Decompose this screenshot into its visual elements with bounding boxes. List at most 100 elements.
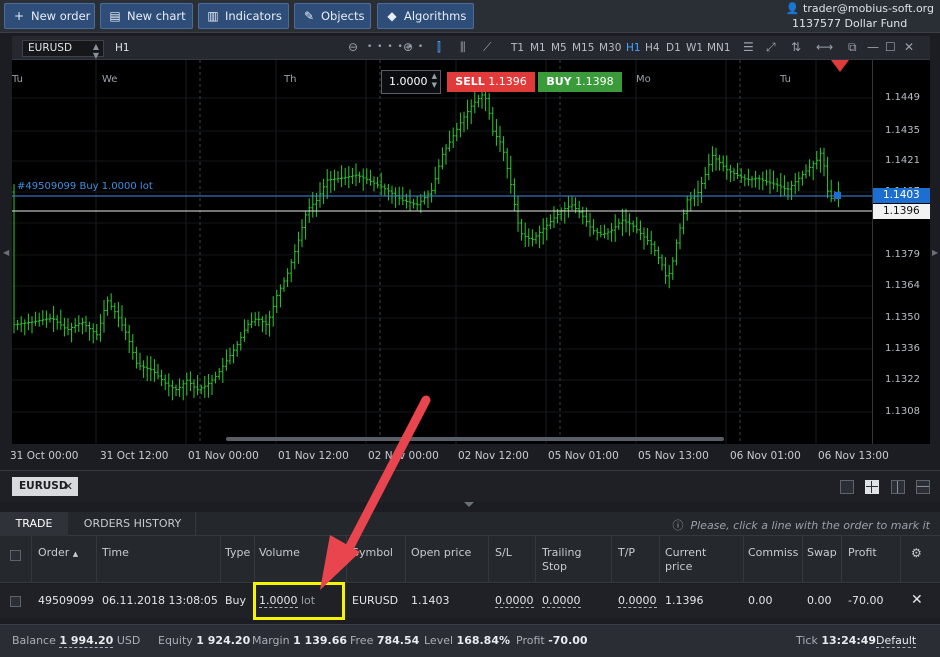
cell-swap: 0.00 [807, 594, 832, 607]
symbol-select[interactable]: EURUSD ▲ ▼ [22, 40, 104, 60]
col-trailing-stop[interactable]: Trailing Stop [542, 546, 582, 574]
zoom-out-icon[interactable]: ⊖ [348, 40, 358, 54]
col-volume[interactable]: Volume [259, 546, 300, 560]
timeframe-label: H1 [115, 42, 130, 54]
current-price-label: 1.1396 [873, 204, 930, 219]
zoom-slider[interactable]: • • • • • • [367, 42, 424, 52]
buy-button[interactable]: BUY 1.1398 [538, 72, 622, 92]
col-time[interactable]: Time [102, 546, 129, 560]
period-m30[interactable]: M30 [599, 42, 621, 54]
left-gutter: ◀ [0, 33, 12, 470]
period-h4[interactable]: H4 [645, 42, 660, 54]
candlestick-icon[interactable]: ⫼ [460, 40, 466, 55]
plus-icon: + [13, 9, 25, 23]
table-row[interactable]: 49509099 06.11.2018 13:08:05 Buy 1.0000 … [0, 584, 940, 618]
price-chart[interactable]: #49509099 Buy 1.0000 lot TuWeThFrMoTu [12, 60, 872, 444]
sell-button[interactable]: SELL 1.1396 [447, 72, 535, 92]
maximize-icon[interactable]: ☐ [885, 40, 896, 54]
orders-table-header: Order ▲ Time Type Volume Symbol Open pri… [0, 536, 940, 583]
algorithms-button[interactable]: ◆ Algorithms [377, 3, 474, 29]
tab-trade[interactable]: TRADE [0, 512, 68, 536]
period-t1[interactable]: T1 [511, 42, 524, 54]
sort-icon[interactable]: ⇅ [791, 40, 801, 54]
col-swap[interactable]: Swap [807, 546, 837, 560]
diamond-icon: ◆ [387, 9, 397, 23]
close-tab-icon[interactable]: ✕ [64, 477, 73, 496]
zoom-in-icon[interactable]: ⊕ [403, 40, 413, 54]
objects-button[interactable]: ✎ Objects [294, 3, 371, 29]
row-checkbox[interactable] [10, 596, 21, 607]
col-profit[interactable]: Profit [848, 546, 877, 560]
position-marker [834, 192, 841, 199]
price-scale[interactable]: 1.14491.14351.14211.14071.13791.13641.13… [872, 60, 930, 444]
line-chart-icon[interactable]: ⟋ [483, 40, 491, 55]
col-order[interactable]: Order ▲ [38, 546, 78, 561]
right-gutter: ▶ [930, 33, 940, 470]
time-scale[interactable]: 31 Oct 00:00 31 Oct 12:00 01 Nov 00:00 01 N… [0, 444, 940, 468]
panel-resize-icon[interactable] [464, 502, 474, 507]
chart-scrollbar[interactable] [226, 437, 724, 441]
bar-chart-icon[interactable]: ⫿ [437, 40, 441, 55]
cell-trailing-stop[interactable]: 0.0000 [542, 594, 581, 608]
col-sl[interactable]: S/L [495, 546, 512, 560]
period-mn1[interactable]: MN1 [707, 42, 731, 54]
price-tick: 1.1322 [885, 374, 920, 385]
position-price-label: 1.1403 [873, 188, 930, 203]
day-label: Tu [12, 74, 23, 85]
col-type[interactable]: Type [225, 546, 250, 560]
price-tick: 1.1379 [885, 249, 920, 260]
cell-profit: -70.00 [848, 594, 884, 607]
objects-icon: ✎ [303, 9, 315, 23]
account-number: 1137577 [792, 17, 841, 30]
layout-single-icon[interactable] [840, 480, 854, 494]
spinner-icon[interactable]: ▲ ▼ [432, 72, 437, 90]
tab-orders-history[interactable]: ORDERS HISTORY [70, 512, 196, 536]
new-order-button[interactable]: + New order [4, 3, 95, 29]
right-collapse-icon[interactable]: ▶ [932, 248, 938, 257]
period-m5[interactable]: M5 [551, 42, 567, 54]
candles-svg [12, 60, 872, 444]
detach-icon[interactable]: ⧉ [848, 40, 857, 55]
profit: Profit -70.00 [516, 634, 588, 647]
columns-settings-icon[interactable]: ⚙ [911, 546, 922, 560]
cell-current-price: 1.1396 [665, 594, 704, 607]
cell-type: Buy [225, 594, 247, 607]
close-position-icon[interactable]: ✕ [911, 592, 923, 608]
time-tick: 06 Nov 13:00 [818, 450, 889, 462]
expand-icon[interactable]: ⤢ [766, 40, 776, 55]
minimize-icon[interactable]: — [867, 40, 879, 54]
period-m1[interactable]: M1 [530, 42, 546, 54]
layout-rows-icon[interactable] [916, 480, 930, 494]
left-collapse-icon[interactable]: ◀ [3, 248, 9, 257]
chart-tabs-bar: EURUSD ✕ [0, 470, 940, 502]
col-open-price[interactable]: Open price [411, 546, 471, 560]
period-w1[interactable]: W1 [686, 42, 703, 54]
indicators-button[interactable]: ▥ Indicators [198, 3, 289, 29]
layout-columns-icon[interactable] [891, 480, 905, 494]
col-current-price[interactable]: Current price [665, 546, 706, 574]
new-chart-button[interactable]: ▤ New chart [100, 3, 193, 29]
chart-tab-eurusd[interactable]: EURUSD ✕ [12, 477, 78, 496]
col-symbol[interactable]: Symbol [352, 546, 393, 560]
default-link[interactable]: Default [876, 634, 917, 648]
day-label: Th [284, 74, 297, 85]
col-commission[interactable]: Commiss [748, 546, 798, 560]
settings-icon[interactable]: ☰ [743, 40, 754, 54]
layout-grid-icon[interactable] [865, 480, 879, 494]
account-info[interactable]: 👤 trader@mobius-soft.org 1137577 Dollar … [786, 1, 936, 32]
time-tick: 05 Nov 01:00 [548, 450, 619, 462]
close-icon[interactable]: ✕ [904, 40, 914, 54]
price-tick: 1.1308 [885, 406, 920, 417]
cell-tp[interactable]: 0.0000 [618, 594, 657, 608]
period-d1[interactable]: D1 [666, 42, 681, 54]
period-m15[interactable]: M15 [572, 42, 594, 54]
select-all-checkbox[interactable] [10, 550, 21, 561]
fit-icon[interactable]: ⟷ [816, 40, 833, 54]
lot-input[interactable]: 1.0000 ▲ ▼ [381, 70, 441, 94]
cell-commission: 0.00 [748, 594, 773, 607]
chart-icon: ▤ [109, 9, 121, 23]
col-tp[interactable]: T/P [618, 546, 635, 560]
cell-sl[interactable]: 0.0000 [495, 594, 534, 608]
tick-time: Tick 13:24:49 [796, 634, 877, 647]
period-h1[interactable]: H1 [626, 42, 641, 54]
